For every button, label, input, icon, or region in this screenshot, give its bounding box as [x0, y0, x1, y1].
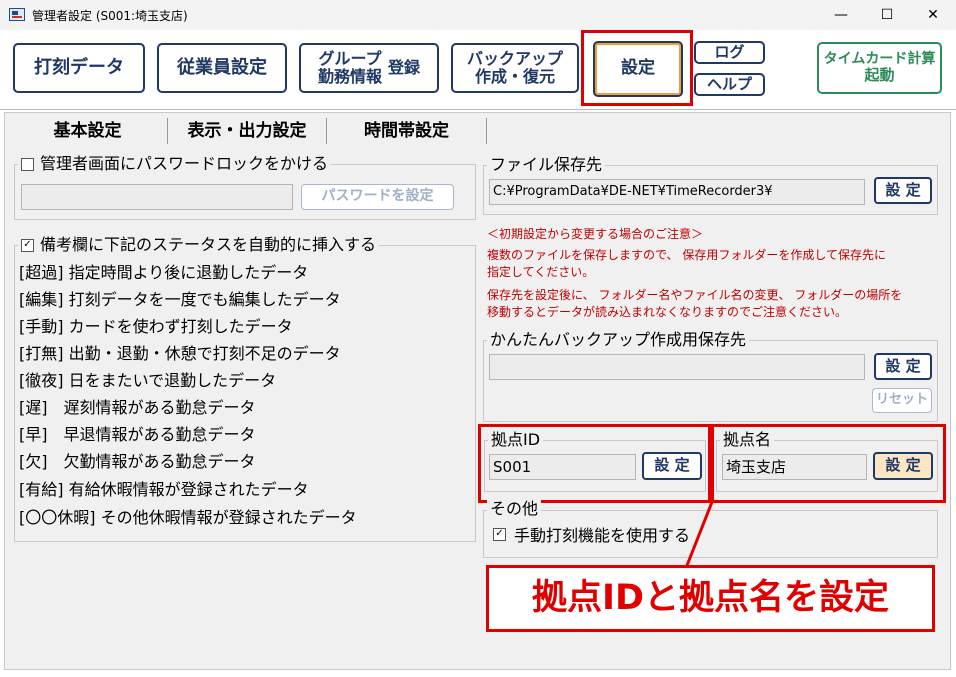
settings-label: 設定: [621, 58, 655, 79]
tab-time-zone[interactable]: 時間帯設定: [327, 118, 487, 144]
window-title: 管理者設定 (S001:埼玉支店): [32, 9, 188, 23]
log-button[interactable]: ログ: [694, 41, 765, 64]
notice-heading: ＜初期設定から変更する場合のご注意＞: [487, 227, 704, 241]
location-id-highlight: [478, 424, 711, 503]
remarks-checkbox[interactable]: ✓: [21, 238, 34, 252]
file-save-set-button[interactable]: 設 定: [874, 177, 932, 204]
backup-line2: 作成・復元: [474, 67, 555, 86]
title-bar[interactable]: 管理者設定 (S001:埼玉支店) — ☐ ✕: [0, 0, 956, 30]
group-line2: 勤務情報: [317, 67, 382, 86]
help-label: ヘルプ: [706, 74, 752, 93]
notice-text: 移動するとデータが読み込まれなくなりますのでご注意ください。: [487, 305, 848, 319]
manual-punch-option[interactable]: ✓ 手動打刻機能を使用する: [493, 522, 690, 546]
password-lock-legend: 管理者画面にパスワードロックをかける: [18, 154, 332, 173]
log-label: ログ: [714, 42, 745, 61]
list-item: [早] 早退情報がある勤怠データ: [19, 425, 256, 444]
easy-backup-legend: かんたんバックアップ作成用保存先: [487, 331, 750, 349]
other-legend: その他: [487, 500, 542, 518]
timecard-label: タイムカード計算 起動: [824, 51, 936, 84]
group-work-info-button[interactable]: グループ 勤務情報 登録: [299, 43, 439, 93]
notice-text: 保存先を設定後に、 フォルダー名やファイル名の変更、 フォルダーの場所を: [487, 288, 903, 302]
app-icon: [9, 8, 25, 21]
list-item: [打無] 出勤・退勤・休憩で打刻不足のデータ: [19, 344, 341, 363]
list-item: [遅] 遅刻情報がある勤怠データ: [19, 398, 256, 417]
manual-punch-label: 手動打刻機能を使用する: [514, 526, 691, 545]
settings-button[interactable]: 設定: [593, 41, 683, 97]
location-name-highlight: [711, 424, 946, 503]
timecard-line1: タイムカード計算: [823, 51, 936, 68]
group-work-info-label: グループ 勤務情報: [317, 48, 382, 87]
password-lock-checkbox[interactable]: [21, 157, 34, 171]
password-field[interactable]: [21, 184, 293, 210]
close-icon[interactable]: ✕: [910, 0, 956, 30]
employee-settings-button[interactable]: 従業員設定: [157, 43, 287, 93]
callout-line: [684, 501, 714, 569]
timecard-calc-button[interactable]: タイムカード計算 起動: [817, 42, 942, 94]
list-item: [有給] 有給休暇情報が登録されたデータ: [19, 480, 309, 499]
list-item: [〇〇休暇] その他休暇情報が登録されたデータ: [19, 508, 357, 527]
group-line1: グループ: [318, 48, 382, 68]
remarks-legend: ✓ 備考欄に下記のステータスを自動的に挿入する: [18, 235, 380, 254]
remarks-label: 備考欄に下記のステータスを自動的に挿入する: [40, 235, 377, 254]
employee-settings-label: 従業員設定: [177, 56, 267, 78]
callout-label: 拠点IDと拠点名を設定: [486, 565, 935, 632]
easy-backup-path-field[interactable]: [489, 354, 865, 380]
list-item: [徹夜] 日をまたいで退勤したデータ: [19, 371, 277, 390]
list-item: [超過] 指定時間より後に退勤したデータ: [19, 263, 309, 282]
tab-basic[interactable]: 基本設定: [8, 118, 168, 144]
backup-line1: バックアップ: [466, 48, 563, 68]
notice-text: 指定してください。: [487, 265, 595, 279]
punch-data-button[interactable]: 打刻データ: [13, 43, 145, 93]
set-password-button[interactable]: パスワードを設定: [301, 184, 454, 210]
timecard-line2: 起動: [864, 66, 895, 85]
password-lock-label: 管理者画面にパスワードロックをかける: [40, 154, 329, 173]
list-item: [欠] 欠勤情報がある勤怠データ: [19, 452, 256, 471]
maximize-icon[interactable]: ☐: [864, 0, 910, 30]
easy-backup-set-button[interactable]: 設 定: [874, 353, 932, 380]
tab-display-output[interactable]: 表示・出力設定: [168, 118, 327, 144]
list-item: [手動] カードを使わず打刻したデータ: [19, 317, 293, 336]
callout-connector: [684, 501, 714, 569]
punch-data-label: 打刻データ: [34, 56, 124, 78]
easy-backup-reset-button[interactable]: リセット: [872, 388, 932, 413]
manual-punch-checkbox[interactable]: ✓: [493, 527, 506, 541]
file-save-legend: ファイル保存先: [487, 156, 606, 174]
minimize-icon[interactable]: —: [818, 0, 864, 30]
file-save-path-field[interactable]: C:¥ProgramData¥DE-NET¥TimeRecorder3¥: [489, 179, 865, 205]
help-button[interactable]: ヘルプ: [694, 73, 765, 96]
easy-backup-group: [483, 340, 938, 422]
group-register-label: 登録: [388, 57, 421, 77]
backup-button[interactable]: バックアップ 作成・復元: [451, 43, 579, 93]
backup-label: バックアップ 作成・復元: [466, 48, 563, 87]
list-item: [編集] 打刻データを一度でも編集したデータ: [19, 290, 341, 309]
notice-text: 複数のファイルを保存しますので、 保存用フォルダーを作成して保存先に: [487, 248, 886, 262]
